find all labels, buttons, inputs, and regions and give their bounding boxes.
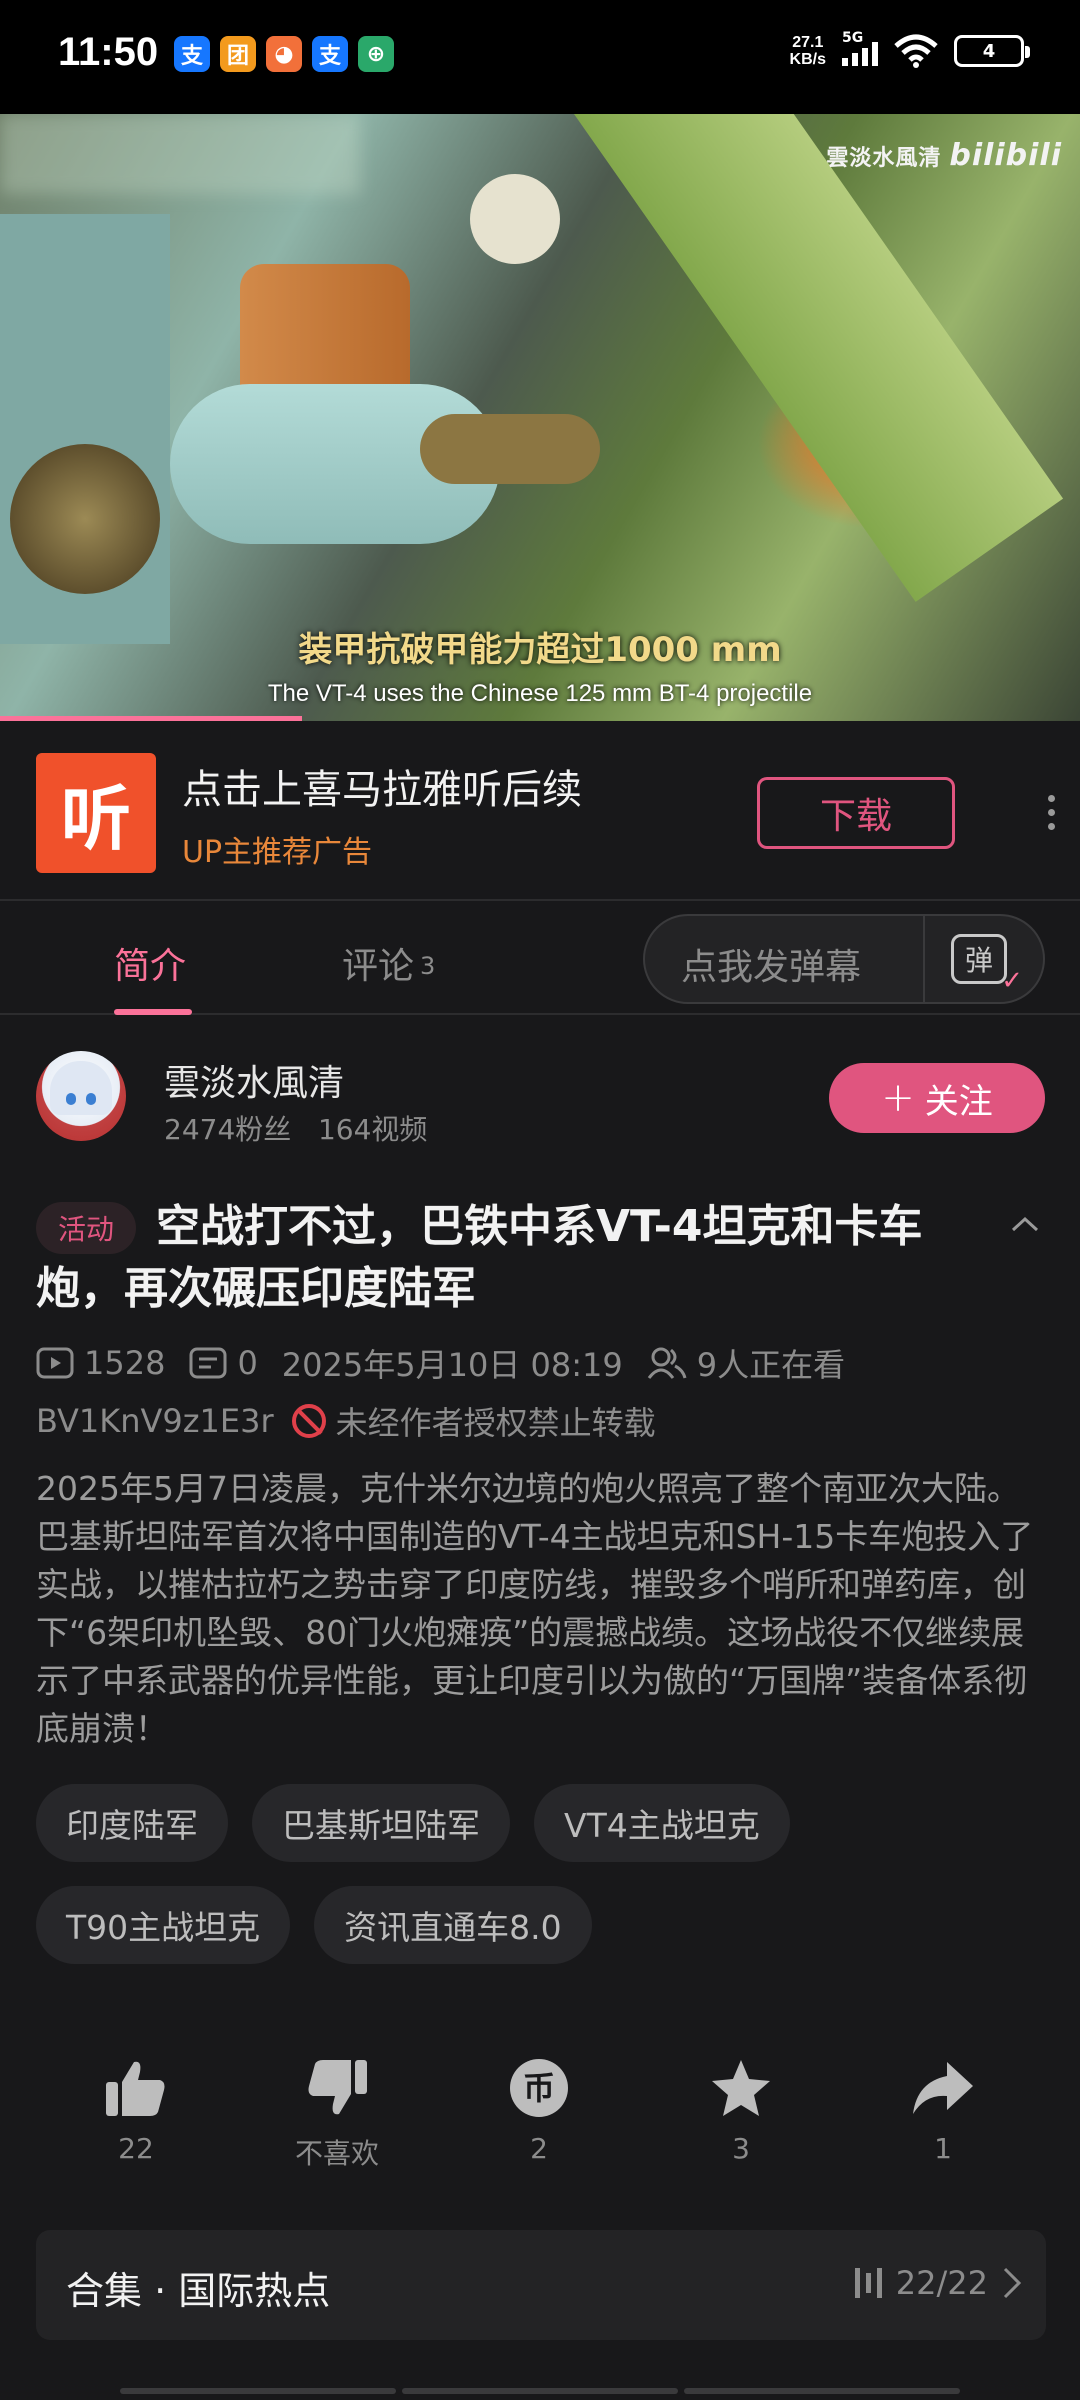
- danmaku-input[interactable]: 点我发弹幕 弹 ✓: [643, 914, 1045, 1004]
- uploader-stats: 2474粉丝 164视频: [164, 1113, 428, 1146]
- chevron-up-icon[interactable]: [1010, 1210, 1040, 1240]
- video-player[interactable]: 雲淡水風清 bilibili 装甲抗破甲能力超过1000 mm The VT-4 …: [0, 114, 1080, 721]
- svg-text:币: 币: [523, 2069, 555, 2107]
- star-icon: [712, 2060, 770, 2116]
- dislike-button[interactable]: 不喜欢: [267, 2058, 407, 2172]
- bank-app-icon: ⊕: [358, 36, 394, 72]
- follow-button[interactable]: + 关注: [829, 1063, 1045, 1133]
- tag-list: 印度陆军 巴基斯坦陆军 VT4主战坦克 T90主战坦克 资讯直通车8.0: [36, 1784, 1046, 1964]
- like-button[interactable]: 22: [66, 2058, 206, 2165]
- collection-card[interactable]: 合集 · 国际热点 22/22: [36, 2230, 1046, 2340]
- action-bar: 22 不喜欢 币 2 3 1: [0, 2058, 1080, 2188]
- collection-progress: 22/22: [854, 2264, 1022, 2302]
- status-indicators: 27.1 KB/s 5G 4: [789, 30, 1030, 68]
- collection-title: 合集 · 国际热点: [66, 2269, 331, 2313]
- video-description: 2025年5月7日凌晨，克什米尔边境的炮火照亮了整个南亚次大陆。巴基斯坦陆军首次…: [36, 1469, 1034, 1748]
- play-count-icon: [36, 1347, 74, 1379]
- thumbs-up-icon: [106, 2061, 165, 2116]
- tag-chip[interactable]: 资讯直通车8.0: [314, 1886, 592, 1964]
- chevron-right-icon: [1003, 2267, 1022, 2299]
- tab-intro[interactable]: 简介: [114, 937, 186, 989]
- status-bar: 11:50 支团 ◕ 支 ⊕ 27.1 KB/s 5G 4: [0, 0, 1080, 114]
- video-meta: 1528 0 2025年5月10日 08:19 9人正在看: [36, 1340, 845, 1386]
- ad-label: UP主推荐广告: [182, 835, 373, 870]
- danmaku-toggle-icon[interactable]: 弹: [951, 934, 1007, 984]
- ad-title[interactable]: 点击上喜马拉雅听后续: [182, 757, 582, 815]
- alipay-icon: 支: [312, 36, 348, 72]
- network-speed: 27.1 KB/s: [789, 34, 826, 68]
- video-meta-2: BV1KnV9z1E3r 未经作者授权禁止转载: [36, 1402, 656, 1442]
- tab-comments[interactable]: 评论 3: [342, 937, 435, 989]
- active-tab-indicator: [114, 1009, 192, 1015]
- checkmark-icon: ✓: [1001, 966, 1023, 996]
- viewers-icon: [647, 1346, 687, 1380]
- danmaku-count-icon: [189, 1347, 227, 1379]
- download-button[interactable]: 下载: [757, 777, 955, 849]
- favorite-button[interactable]: 3: [671, 2058, 811, 2165]
- uploader-name[interactable]: 雲淡水風清: [164, 1054, 344, 1106]
- tag-chip[interactable]: T90主战坦克: [36, 1886, 291, 1964]
- wifi-icon: [894, 34, 938, 68]
- tag-chip[interactable]: 印度陆军: [36, 1784, 228, 1862]
- more-options-icon[interactable]: [1048, 795, 1058, 830]
- activity-badge[interactable]: 活动: [36, 1202, 137, 1254]
- mascot-app-icon: ◕: [266, 36, 302, 72]
- share-arrow-icon: [913, 2062, 973, 2114]
- no-repost-icon: [291, 1404, 326, 1438]
- signal-icon: 5G: [842, 30, 878, 66]
- video-watermark: 雲淡水風清 bilibili: [826, 138, 1062, 173]
- tag-chip[interactable]: 巴基斯坦陆军: [252, 1784, 510, 1862]
- subtitle-chinese: 装甲抗破甲能力超过1000 mm: [298, 630, 782, 670]
- tag-chip[interactable]: VT4主战坦克: [534, 1784, 790, 1862]
- video-scene: [0, 114, 360, 194]
- playlist-icon: [854, 2266, 882, 2300]
- plus-icon: +: [881, 1075, 915, 1121]
- danmaku-placeholder[interactable]: 点我发弹幕: [681, 938, 861, 990]
- bvid[interactable]: BV1KnV9z1E3r: [36, 1402, 274, 1440]
- avatar[interactable]: [36, 1051, 126, 1141]
- ximalaya-logo-icon: 听: [36, 753, 156, 873]
- video-title: 空战打不过，巴铁中系VT-4坦克和卡车炮，再次碾压印度陆军: [36, 1201, 923, 1314]
- subtitle-english: The VT-4 uses the Chinese 125 mm BT-4 pr…: [267, 680, 813, 707]
- thumbs-down-icon: [308, 2060, 367, 2115]
- coin-icon: 币: [510, 2059, 568, 2117]
- battery-icon: 4: [954, 35, 1030, 67]
- publish-date: 2025年5月10日 08:19: [281, 1346, 623, 1384]
- next-item-peek: [120, 2388, 960, 2394]
- alipay-icon: 支: [174, 36, 210, 72]
- coin-button[interactable]: 币 2: [469, 2058, 609, 2165]
- share-button[interactable]: 1: [873, 2058, 1013, 2165]
- status-time: 11:50: [58, 30, 159, 74]
- ad-banner[interactable]: 听 点击上喜马拉雅听后续 UP主推荐广告 下载: [0, 721, 1080, 901]
- notification-icons: 支团 ◕ 支 ⊕: [174, 36, 394, 72]
- meituan-icon: 团: [220, 36, 256, 72]
